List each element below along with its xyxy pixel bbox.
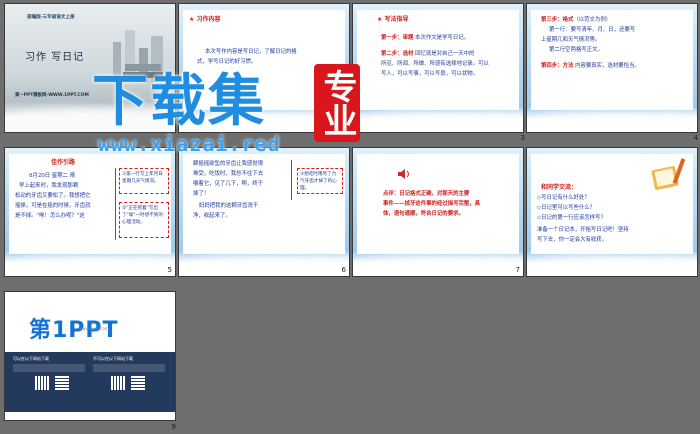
slide7-number: 7: [515, 266, 520, 274]
slide3-step2-label: 第二步：选材: [381, 51, 414, 57]
slide4-line-1: 第一行：要写清年、月、日，还要写: [549, 27, 636, 33]
slide5-note-2: ②"正在摇着"写出了"唉"一时想不到的心理活动。: [119, 202, 169, 238]
slide3-step1-text: 本次作文是学写日记。: [415, 35, 469, 41]
slide7-line-3: 体，语句通顺，符合日记的要求。: [383, 211, 464, 217]
slide6-line-1: 颗摇摇欲坠的牙齿让我感觉很: [193, 161, 264, 167]
slide-thumbnail-6[interactable]: 颗摇摇欲坠的牙齿让我感觉很 难受，吃饭时，我总不往下去 嚼着它，见了几下，啊，终…: [178, 147, 350, 277]
slide4-step4-label: 第四步：方法: [541, 63, 574, 69]
slide6-number: 6: [341, 266, 346, 274]
slide5-date: 8月20日 星期二 晴: [29, 173, 76, 179]
slide5-note-1: ①第一行写上年月日星期几天气情况。: [119, 168, 169, 194]
qr-code: [35, 376, 49, 390]
slide9-number: 9: [171, 423, 176, 431]
speaker-icon[interactable]: [397, 168, 411, 180]
slide6-line-4: 掉了！: [193, 191, 210, 197]
slide6-line-6: 净，收起来了。: [193, 213, 231, 219]
slide4-line-3: 第二行空两格写正文。: [549, 47, 603, 53]
slide8-item-3: ◇日记的第一行应该怎样写？: [537, 215, 606, 221]
slide8-item-2: ◇日记里可以写些什么？: [537, 205, 596, 211]
watermark-text: 下载集: [92, 69, 266, 134]
slide1-series: 部编版·三年级语文上册: [27, 15, 75, 20]
slide8-closing-2: 写下去，你一定会大有收获。: [537, 237, 608, 243]
slide5-line-4: 是不掉。"唉！怎么办呢？"这: [15, 213, 85, 219]
slide3-line-2: 写人，可以写事，可以写景，可以状物。: [381, 71, 479, 77]
slide7-line-1: 日记格式正确，对那天的主要: [399, 191, 470, 197]
slide8-item-1: ◇写日记有什么好处？: [537, 195, 590, 201]
slide9-blue-bar: 可以在以下网站下载 不可以在以下网站下载: [5, 352, 175, 412]
slide-thumbnail-9[interactable]: 第1PPT www.1ppt.com 可以在以下网站下载 不可以在以下网站下载: [4, 291, 176, 421]
slide3-step1-label: 第一步：审题: [381, 35, 414, 41]
slide9-col1-title: 可以在以下网站下载: [13, 356, 49, 361]
slide9-logo-sub: www.1ppt.com: [79, 326, 109, 331]
slide4-number: 4: [693, 134, 698, 142]
slide4-step3-label: 第三步：格式: [541, 17, 574, 23]
slide3-line-1: 所见、所闻、所做、所感有选择地记录。可以: [381, 61, 489, 67]
slide4-step3-note: （以范文为例）: [573, 17, 612, 23]
slide1-title: 习作 写日记: [25, 52, 85, 63]
slide6-note: ③想吃时用尽了力气牙齿才掉了的心理。: [297, 168, 343, 194]
slide5-line-2: 松动的牙齿又要松了。我想把它: [15, 193, 91, 199]
slide3-step2-text: 回忆就是对自己一天中的: [415, 51, 475, 57]
watermark-url: www.xiazai.red: [98, 132, 281, 156]
qr-code: [111, 376, 125, 390]
notebook-pen-icon: [651, 158, 686, 190]
slide2-header: 习作内容: [196, 16, 221, 23]
slide7-label: 点评：: [383, 191, 400, 197]
slide8-header: 和同学交流：: [541, 184, 578, 191]
slide5-line-1: 早上起来时，我发现那颗: [19, 183, 79, 189]
slide6-line-5: 妈妈把我的这颗牙齿洗干: [199, 203, 259, 209]
slide-thumbnail-7[interactable]: 点评：日记格式正确，对那天的主要 事件——掉牙这件事的经过描写完整，具 体，语句…: [352, 147, 524, 277]
slide3-number: 3: [520, 134, 525, 142]
slide-thumbnail-8[interactable]: 和同学交流： ◇写日记有什么好处？ ◇日记里可以写些什么？ ◇日记的第一行应该怎…: [526, 147, 698, 277]
slide4-step4-text: 内容要真实，选材要恰当。: [575, 63, 640, 69]
qr-code: [131, 376, 145, 390]
slide7-line-2: 事件——掉牙这件事的经过描写完整，具: [383, 201, 481, 207]
slide-thumbnail-3[interactable]: ★ 写法指导 第一步：审题 本次作文是学写日记。 第二步：选材 回忆就是对自己一…: [352, 3, 524, 133]
slide5-number: 5: [167, 266, 172, 274]
slide5-header: 佳作引路: [51, 159, 76, 166]
slide9-col2-title: 不可以在以下网站下载: [93, 356, 133, 361]
slide6-line-2: 难受，吃饭时，我总不往下去: [193, 171, 264, 177]
qr-code: [55, 376, 69, 390]
slide6-line-3: 嚼着它，见了几下，啊，终于: [193, 181, 264, 187]
slide8-closing-1: 准备一个日记本，开始写日记吧！坚持: [537, 227, 629, 233]
slide3-header: 写法指导: [384, 16, 409, 23]
slide-thumbnail-5[interactable]: 佳作引路 8月20日 星期二 晴 早上起来时，我发现那颗 松动的牙齿又要松了。我…: [4, 147, 176, 277]
watermark-badge: 专业: [314, 64, 360, 142]
slide5-line-3: 摇掉，可是在摇的时候，牙齿就: [15, 203, 91, 209]
slide-thumbnail-4[interactable]: 第三步：格式（以范文为例） 第一行：要写清年、月、日，还要写 上星期几和天气情况…: [526, 3, 698, 133]
slide4-line-2: 上星期几和天气情况等。: [541, 37, 601, 43]
